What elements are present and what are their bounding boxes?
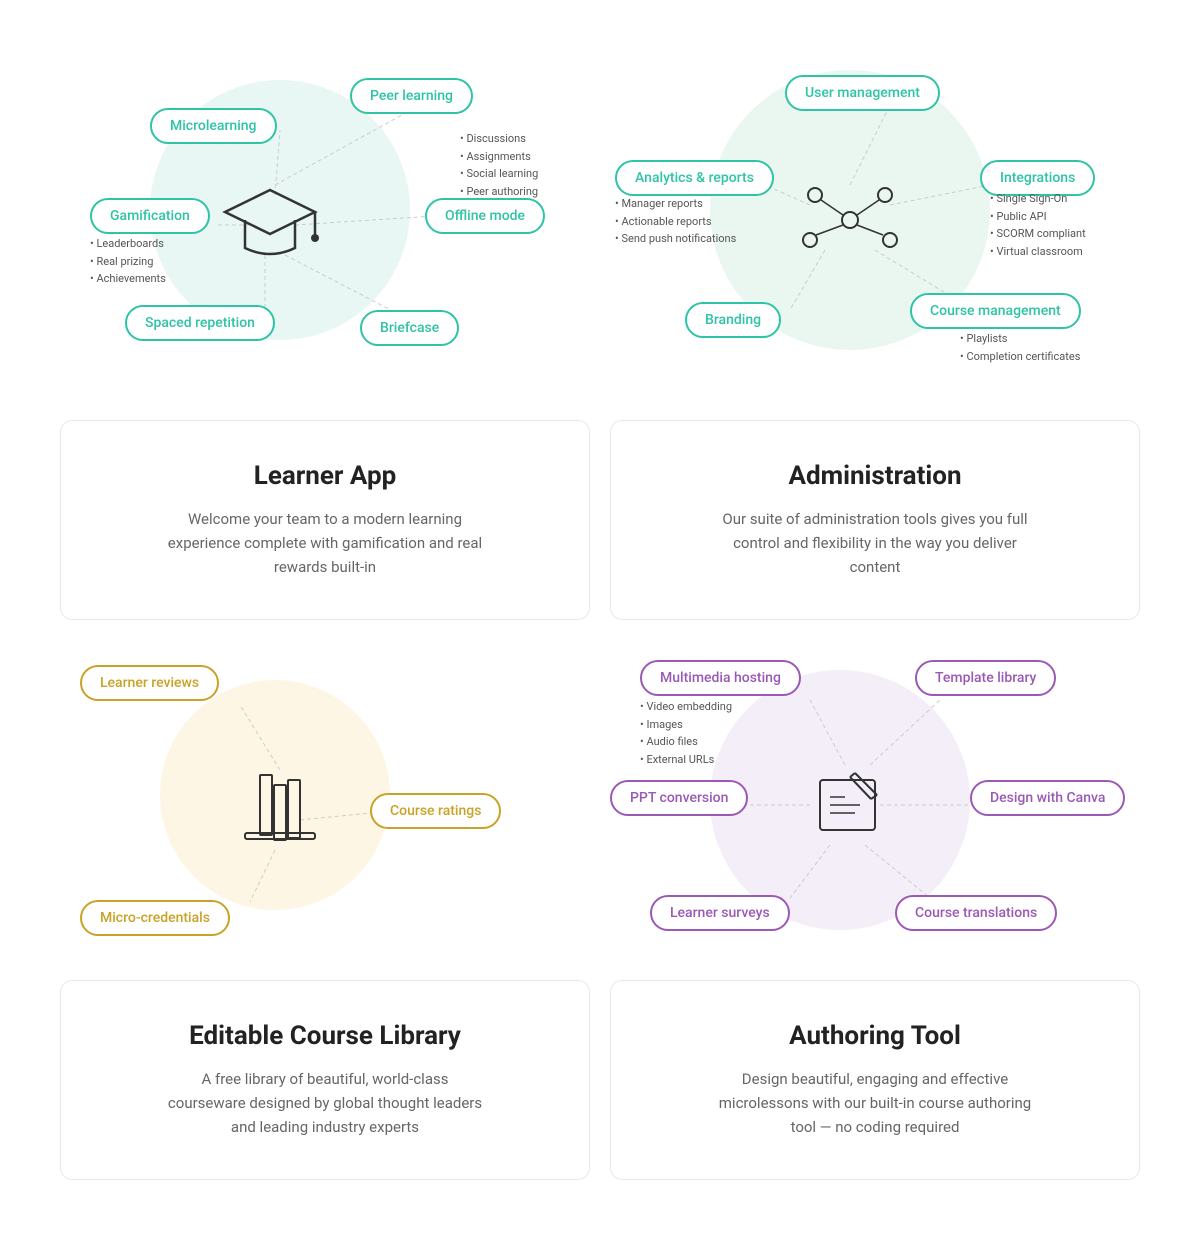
- course-management-bullets: Playlists Completion certificates: [960, 330, 1080, 365]
- learner-app-title: Learner App: [91, 461, 559, 491]
- learner-app-desc: Welcome your team to a modern learning e…: [165, 507, 485, 579]
- library-desc: A free library of beautiful, world-class…: [165, 1067, 485, 1139]
- ppt-conversion-bubble: PPT conversion: [610, 780, 748, 816]
- course-management-bubble: Course management: [910, 293, 1081, 329]
- integrations-bullets: Single Sign-On Public API SCORM complian…: [990, 190, 1086, 260]
- learner-surveys-bubble: Learner surveys: [650, 895, 790, 931]
- administration-card: Administration Our suite of administrati…: [610, 420, 1140, 620]
- analytics-bullets: Manager reports Actionable reports Send …: [615, 195, 736, 248]
- administration-mindmap: User management Analytics & reports Mana…: [610, 30, 1140, 400]
- multimedia-bullets: Video embedding Images Audio files Exter…: [640, 698, 732, 768]
- bottom-cards: Editable Course Library A free library o…: [60, 980, 1140, 1180]
- microlearning-bubble: Microlearning: [150, 108, 277, 144]
- course-translations-bubble: Course translations: [895, 895, 1057, 931]
- library-title: Editable Course Library: [91, 1021, 559, 1051]
- books-icon: [230, 765, 330, 865]
- gamification-bubble: Gamification: [90, 198, 210, 234]
- administration-title: Administration: [641, 461, 1109, 491]
- administration-desc: Our suite of administration tools gives …: [715, 507, 1035, 579]
- authoring-card: Authoring Tool Design beautiful, engagin…: [610, 980, 1140, 1180]
- peer-learning-bullets: Discussions Assignments Social learning …: [460, 130, 538, 200]
- briefcase-bubble: Briefcase: [360, 310, 459, 346]
- authoring-mindmap: Multimedia hosting Video embedding Image…: [610, 650, 1140, 960]
- library-card: Editable Course Library A free library o…: [60, 980, 590, 1180]
- gamification-bullets: Leaderboards Real prizing Achievements: [90, 235, 166, 288]
- peer-learning-bubble: Peer learning: [350, 78, 473, 114]
- offline-mode-bubble: Offline mode: [425, 198, 545, 234]
- top-cards: Learner App Welcome your team to a moder…: [60, 420, 1140, 620]
- graduation-icon: [215, 170, 325, 280]
- network-icon: [795, 175, 905, 265]
- analytics-bubble: Analytics & reports: [615, 160, 774, 196]
- authoring-title: Authoring Tool: [641, 1021, 1109, 1051]
- learner-app-mindmap: Peer learning Discussions Assignments So…: [60, 30, 590, 400]
- branding-bubble: Branding: [685, 302, 781, 338]
- course-ratings-bubble: Course ratings: [370, 793, 501, 829]
- pencil-icon: [795, 755, 895, 855]
- learner-reviews-bubble: Learner reviews: [80, 665, 219, 701]
- multimedia-hosting-bubble: Multimedia hosting: [640, 660, 801, 696]
- library-mindmap: Learner reviews Course ratings Micro-cre…: [60, 650, 590, 960]
- spaced-repetition-bubble: Spaced repetition: [125, 305, 275, 341]
- bottom-mindmaps: Learner reviews Course ratings Micro-cre…: [60, 650, 1140, 960]
- template-library-bubble: Template library: [915, 660, 1056, 696]
- design-canva-bubble: Design with Canva: [970, 780, 1125, 816]
- learner-app-card: Learner App Welcome your team to a moder…: [60, 420, 590, 620]
- authoring-desc: Design beautiful, engaging and effective…: [715, 1067, 1035, 1139]
- user-management-bubble: User management: [785, 75, 940, 111]
- micro-credentials-bubble: Micro-credentials: [80, 900, 230, 936]
